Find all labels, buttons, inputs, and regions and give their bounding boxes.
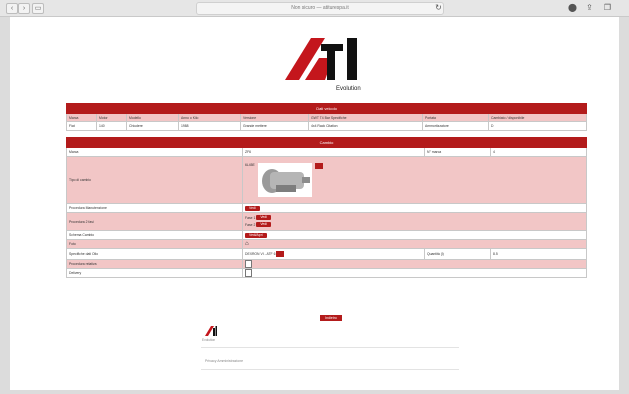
- brand-label: Marca: [66, 147, 243, 157]
- procedure-label: Procedura relativa: [66, 259, 243, 269]
- info-header-cell: Versione: [240, 113, 309, 122]
- gearbox-photo-zoom-button[interactable]: [314, 163, 323, 169]
- gearbox-photo[interactable]: [257, 163, 312, 197]
- ati-logo[interactable]: [285, 38, 369, 80]
- maintenance-view-button[interactable]: Vedi: [245, 205, 260, 211]
- phase-1-label: Fase 1: [245, 215, 256, 220]
- gearbox-table: Cambio Marca ZF6 N° marca 4 Tipo di camb…: [65, 137, 588, 278]
- back-button[interactable]: ‹: [6, 3, 18, 14]
- delivery-label: Delivery: [66, 268, 243, 278]
- info-value-cell: Ammortizzatore: [422, 121, 489, 131]
- page-viewport: Evolution Home Database delle automobili…: [10, 17, 619, 390]
- info-value-cell: 1988: [178, 121, 241, 131]
- delivery-document-icon[interactable]: [245, 269, 252, 277]
- download-icon[interactable]: ⬤: [567, 2, 578, 13]
- address-text: Non sicuro — atiturespa.it: [291, 5, 349, 11]
- footer-divider-bottom: [201, 369, 459, 370]
- oil-spec-label: Specifiche dati Olio: [66, 248, 243, 260]
- gearbox-title: Cambio: [65, 137, 588, 148]
- footer-logo: [205, 326, 217, 336]
- schema-label: Schema Cambio: [66, 230, 243, 240]
- sidebar-toggle-button[interactable]: ▭: [32, 3, 44, 14]
- phase-2-label: Fase 2: [245, 222, 256, 227]
- vehicle-info-title: Dati veicolo: [65, 103, 588, 114]
- oil-quantity-value: 8.5: [489, 248, 588, 260]
- gearbox-type-value: 6L45E: [245, 163, 255, 167]
- info-header-cell: Cambiato / disponibile: [487, 113, 588, 122]
- back-page-button[interactable]: Indietro: [320, 315, 342, 321]
- info-value-cell: 4x4 Rack Citation: [308, 121, 423, 131]
- phase-2-view-button[interactable]: Vedi: [256, 222, 271, 228]
- info-header-cell: Modello: [126, 113, 179, 122]
- brand-subtitle: Evolution: [336, 86, 361, 92]
- info-header-cell: Anno o Kilo: [178, 113, 241, 122]
- gearbox-type-label: Tipo di cambio: [66, 156, 243, 204]
- photo-label: Foto: [66, 239, 243, 249]
- vehicle-info-table: Dati veicolo Marca Motor Modello Anno o Kil…: [65, 103, 588, 131]
- phase-1-view-button[interactable]: Vedi: [256, 215, 271, 221]
- info-value-cell: Grande mettere: [240, 121, 309, 131]
- forward-button[interactable]: ›: [18, 3, 30, 14]
- info-header-cell: Motor: [96, 113, 127, 122]
- oil-spec-value: DEXRON VI - ATF 6: [245, 251, 276, 256]
- info-value-cell: Fiat: [66, 121, 97, 131]
- info-header-cell: Marca: [66, 113, 97, 122]
- share-icon[interactable]: ⇪: [584, 2, 595, 13]
- footer-links[interactable]: Privacy Amministrazione: [205, 359, 243, 363]
- oil-spec-button[interactable]: [276, 251, 285, 257]
- info-header-cell: GWT T4 Bar Specifiche: [308, 113, 423, 122]
- brand-number-label: N° marca: [424, 147, 491, 157]
- maintenance-label: Procedura Manutenzione: [66, 203, 243, 213]
- tabs-icon[interactable]: ❐: [602, 2, 613, 13]
- schema-open-button[interactable]: Vedi/Apri: [245, 232, 267, 238]
- info-value-cell: D: [487, 121, 588, 131]
- brand-number-value: 4: [489, 147, 588, 157]
- reload-button[interactable]: ↻: [433, 2, 444, 13]
- address-bar[interactable]: Non sicuro — atiturespa.it: [196, 2, 444, 15]
- browser-toolbar: ‹ › ▭ Non sicuro — atiturespa.it ↻ ⬤ ⇪ ❐: [0, 0, 629, 17]
- info-header-cell: Portata: [422, 113, 489, 122]
- info-value-cell: 140: [96, 121, 127, 131]
- brand-value: ZF6: [242, 147, 425, 157]
- home-icon[interactable]: ⌂: [245, 241, 249, 247]
- procedure-document-icon[interactable]: [245, 260, 252, 268]
- info-value-cell: Chiudere: [126, 121, 179, 131]
- gearbox-type-cell: 6L45E: [241, 156, 588, 204]
- two-phase-label: Procedura 2 fasi: [66, 212, 243, 231]
- footer-divider-top: [201, 347, 459, 348]
- footer-subtitle: Evolution: [202, 338, 216, 342]
- oil-quantity-label: Quantità (l): [424, 248, 491, 260]
